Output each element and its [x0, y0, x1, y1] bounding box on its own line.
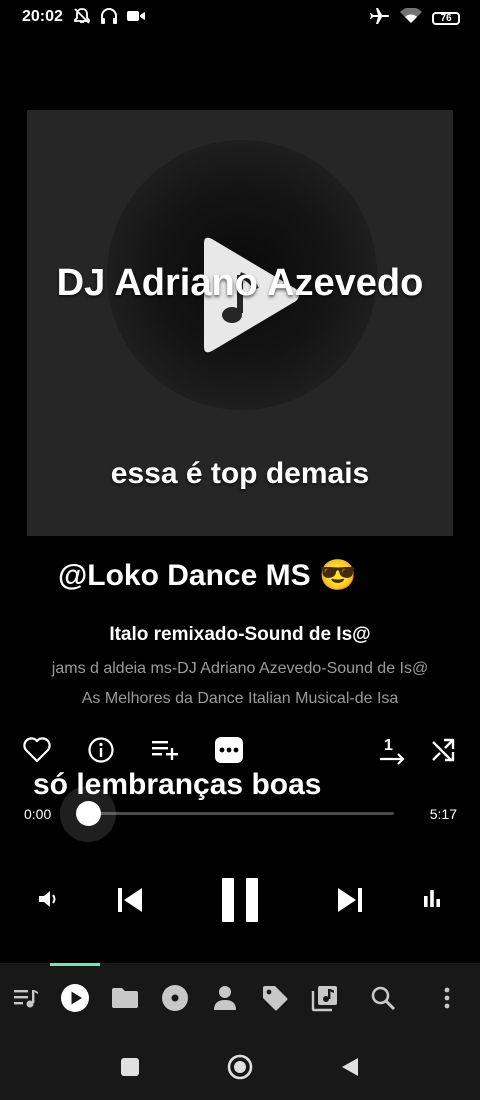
overflow-icon[interactable] — [429, 980, 465, 1016]
song-title: Italo remixado-Sound de Is@ — [109, 624, 371, 645]
add-to-playlist-icon[interactable] — [150, 735, 180, 765]
previous-icon[interactable] — [110, 880, 150, 920]
video-camera-icon — [126, 9, 146, 28]
active-tab-indicator — [50, 963, 100, 966]
home-button[interactable] — [225, 1052, 255, 1082]
recents-button[interactable] — [115, 1052, 145, 1082]
total-time: 5:17 — [429, 806, 457, 822]
artwork-title: DJ Adriano Azevedo — [56, 262, 424, 304]
volume-icon[interactable] — [34, 884, 64, 914]
album-artwork[interactable]: DJ Adriano Azevedo essa é top demais — [27, 110, 453, 536]
status-right-icons: 76 — [370, 7, 460, 30]
queue-icon[interactable] — [8, 980, 44, 1016]
current-time: 0:00 — [24, 806, 52, 822]
search-icon[interactable] — [365, 980, 401, 1016]
artwork-subtitle: essa é top demais — [110, 457, 370, 490]
status-time: 20:02 — [22, 8, 63, 25]
overlay-handle-text: @Loko Dance MS 😎 — [58, 559, 357, 592]
shuffle-icon[interactable] — [428, 735, 458, 765]
now-playing-icon[interactable] — [57, 980, 93, 1016]
mute-icon — [72, 7, 92, 30]
equalizer-icon[interactable] — [418, 884, 446, 912]
pause-icon[interactable] — [212, 872, 268, 928]
artist-icon[interactable] — [207, 980, 243, 1016]
tag-icon[interactable] — [257, 980, 293, 1016]
svg-text:1: 1 — [384, 737, 393, 754]
status-left-icons — [72, 7, 146, 30]
airplane-icon — [370, 7, 390, 30]
song-artist[interactable]: jams d aldeia ms-DJ Adriano Azevedo-Soun… — [0, 660, 480, 678]
headphones-icon — [100, 7, 118, 30]
heart-icon[interactable] — [22, 735, 52, 765]
more-icon[interactable] — [214, 735, 244, 765]
folder-icon[interactable] — [107, 980, 143, 1016]
album-icon[interactable] — [157, 980, 193, 1016]
repeat-one-icon[interactable]: 1 — [378, 735, 408, 765]
battery-icon: 76 — [432, 12, 460, 25]
back-button[interactable] — [335, 1052, 365, 1082]
wifi-icon — [400, 7, 422, 29]
song-album[interactable]: As Melhores da Dance Italian Musical-de … — [0, 690, 480, 708]
library-icon[interactable] — [307, 980, 343, 1016]
next-icon[interactable] — [330, 880, 370, 920]
seek-bar-thumb[interactable] — [76, 801, 101, 826]
seek-bar-track[interactable] — [88, 812, 394, 815]
info-icon[interactable] — [86, 735, 116, 765]
